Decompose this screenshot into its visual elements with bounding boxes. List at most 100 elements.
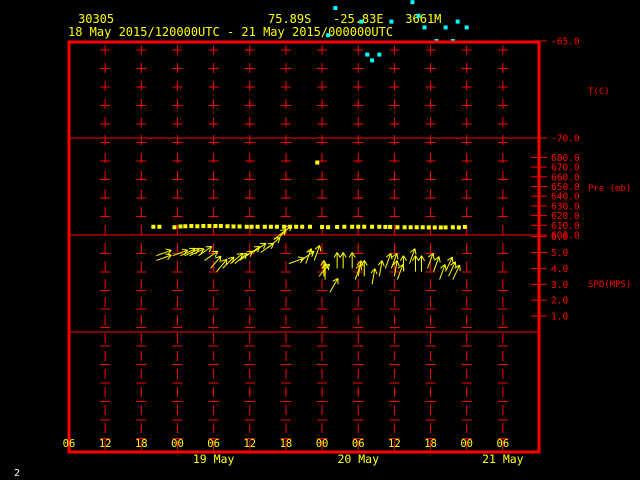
pressure-point [244, 224, 249, 229]
pressure-point [218, 223, 223, 228]
wind-vector [172, 248, 189, 257]
pressure-point [183, 224, 188, 229]
x-tick-label: 00 [171, 438, 184, 450]
temperature-point [326, 33, 331, 38]
pressure-point [231, 224, 236, 229]
pressure-point [151, 224, 156, 229]
wind-arrowhead [319, 245, 322, 252]
pressure-point [342, 224, 347, 229]
wind-vector [333, 252, 341, 269]
wind-vector [452, 264, 461, 280]
pressure-point [262, 224, 267, 229]
wind-arrowhead [432, 253, 435, 260]
pressure-point [408, 225, 413, 230]
wind-arrowhead [181, 248, 188, 251]
pressure-point [395, 225, 400, 230]
x-tick-label: 06 [352, 438, 365, 450]
pressure-point [207, 223, 212, 228]
pressure-point [172, 225, 177, 230]
y-tick-label: 5.0 [551, 248, 568, 259]
wind-arrowhead [451, 257, 454, 264]
date-label: 20 May [337, 452, 379, 466]
pressure-point [432, 225, 437, 230]
temperature-point [464, 25, 469, 30]
pressure-point [420, 225, 425, 230]
wind-vector [377, 260, 385, 277]
temperature-point [370, 58, 375, 63]
date-label: 19 May [193, 452, 235, 466]
station-id: 30305 [78, 12, 114, 26]
x-tick-label: 12 [243, 438, 256, 450]
pressure-point [249, 224, 254, 229]
pressure-point [335, 224, 340, 229]
wind-arrowhead [390, 253, 393, 260]
y-tick-label: -70.0 [551, 134, 580, 145]
page-number: 2 [14, 468, 20, 479]
pressure-point [356, 224, 361, 229]
y-tick-label: 1.0 [551, 312, 568, 323]
pressure-point [201, 223, 206, 228]
temperature-point [333, 6, 338, 11]
pressure-point [426, 225, 431, 230]
pressure-point [402, 225, 407, 230]
wind-vector [329, 277, 339, 293]
wind-vector [384, 252, 393, 269]
pressure-point [414, 225, 419, 230]
wind-vector [252, 242, 267, 253]
wind-vector [339, 252, 347, 269]
wind-vector [313, 245, 322, 261]
station-location: 75.89S -25.83E 3661M [268, 12, 441, 26]
pressure-point [237, 224, 242, 229]
pressure-point [388, 224, 393, 229]
temperature-point [455, 19, 460, 24]
pressure-point [438, 225, 443, 230]
y-tick-label: 6.0 [551, 232, 568, 243]
wind-arrowhead [414, 248, 417, 255]
pressure-point [456, 225, 461, 230]
pressure-point [255, 224, 260, 229]
pressure-point [213, 223, 218, 228]
x-tick-label: 12 [388, 438, 401, 450]
temperature-point [359, 19, 364, 24]
x-tick-label: 06 [497, 438, 510, 450]
x-tick-label: 00 [316, 438, 329, 450]
x-tick-label: 06 [63, 438, 76, 450]
y-tick-label: 3.0 [551, 280, 568, 291]
pressure-point [377, 224, 382, 229]
pressure-point [268, 224, 273, 229]
x-tick-label: 12 [99, 438, 112, 450]
wind-arrowhead [438, 256, 441, 263]
wind-vector [210, 255, 222, 269]
y-tick-label: 4.0 [551, 264, 568, 275]
wind-arrowhead [374, 268, 378, 275]
pressure-point [370, 224, 375, 229]
chart: 30305 75.89S -25.83E 3661M 18 May 2015/1… [14, 0, 631, 479]
x-tick-label: 18 [280, 438, 293, 450]
wind-vector [439, 264, 447, 280]
pressure-axis-label: Pre (mb) [588, 184, 631, 194]
temperature-point [389, 19, 394, 24]
pressure-point [195, 224, 200, 229]
pressure-point [294, 224, 299, 229]
x-tick-label: 18 [135, 438, 148, 450]
pressure-point [326, 225, 331, 230]
pressure-point [450, 225, 455, 230]
wind-arrowhead [459, 264, 461, 272]
x-tick-label: 18 [424, 438, 437, 450]
wind-vector [411, 255, 419, 272]
x-tick-label: 06 [207, 438, 220, 450]
temperature-point [416, 13, 421, 18]
temperature-point [365, 52, 370, 57]
temperature-point [443, 25, 448, 30]
wind-arrowhead [396, 253, 399, 260]
wind-arrowhead [297, 256, 305, 259]
temperature-point [422, 25, 427, 30]
temperature-point [410, 0, 415, 5]
pressure-point [178, 224, 183, 229]
y-tick-label: 2.0 [551, 296, 568, 307]
pressure-point [274, 224, 279, 229]
pressure-point [225, 224, 230, 229]
wind-vector [348, 252, 356, 269]
temperature-point [377, 52, 382, 57]
pressure-point [462, 224, 467, 229]
